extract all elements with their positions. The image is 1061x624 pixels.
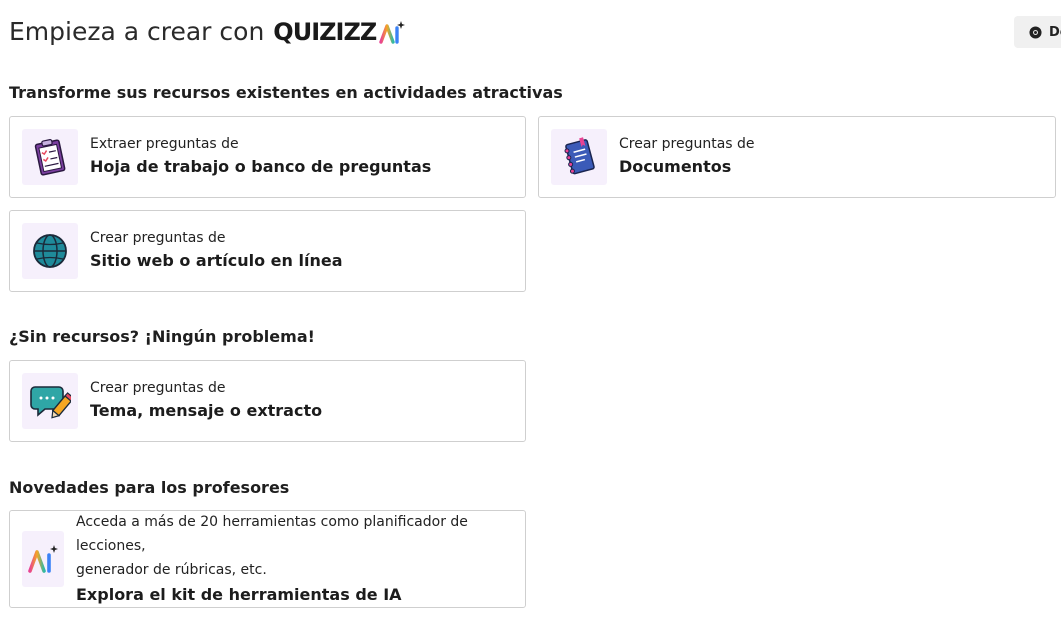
- card-ai-kit[interactable]: Acceda a más de 20 herramientas como pla…: [9, 510, 526, 608]
- card-worksheet[interactable]: Extraer preguntas de Hoja de trabajo o b…: [9, 116, 526, 198]
- card-website[interactable]: Crear preguntas de Sitio web o artículo …: [9, 210, 526, 292]
- chrome-icon: [1029, 25, 1042, 39]
- card-documents-title: Documentos: [619, 157, 732, 176]
- card-topic-sub: Crear preguntas de: [90, 380, 226, 396]
- section-title-no-resources: ¿Sin recursos? ¡Ningún problema!: [9, 327, 315, 346]
- card-topic-title: Tema, mensaje o extracto: [90, 401, 323, 420]
- card-topic[interactable]: Crear preguntas de Tema, mensaje o extra…: [9, 360, 526, 442]
- top-right-button-label: De: [1049, 24, 1061, 40]
- card-ai-kit-title: Explora el kit de herramientas de IA: [76, 585, 402, 604]
- section-title-news: Novedades para los profesores: [9, 478, 290, 497]
- top-right-button[interactable]: De: [1014, 16, 1061, 48]
- card-documents[interactable]: Crear preguntas de Documentos: [538, 116, 1056, 198]
- card-worksheet-title: Hoja de trabajo o banco de preguntas: [90, 157, 432, 176]
- chat-pencil-icon: [22, 373, 78, 429]
- section-title-resources: Transforme sus recursos existentes en ac…: [9, 83, 563, 102]
- card-documents-sub: Crear preguntas de: [619, 136, 755, 152]
- quizizz-ai-logo: QUIZIZZ: [273, 17, 406, 46]
- card-website-title: Sitio web o artículo en línea: [90, 251, 343, 270]
- card-worksheet-sub: Extraer preguntas de: [90, 136, 239, 152]
- ai-sparkle-icon: [379, 20, 406, 44]
- globe-icon: [22, 223, 78, 279]
- card-website-sub: Crear preguntas de: [90, 230, 226, 246]
- brand-name: QUIZIZZ: [273, 17, 377, 46]
- card-ai-kit-sub-line2: generador de rúbricas, etc.: [76, 562, 267, 578]
- clipboard-icon: [22, 129, 78, 185]
- page-title-prefix: Empieza a crear con: [9, 17, 265, 46]
- card-ai-kit-sub-line1: Acceda a más de 20 herramientas como pla…: [76, 514, 468, 554]
- page-title: Empieza a crear con QUIZIZZ: [9, 17, 406, 46]
- notebook-icon: [551, 129, 607, 185]
- ai-sparkle-icon: [22, 531, 64, 587]
